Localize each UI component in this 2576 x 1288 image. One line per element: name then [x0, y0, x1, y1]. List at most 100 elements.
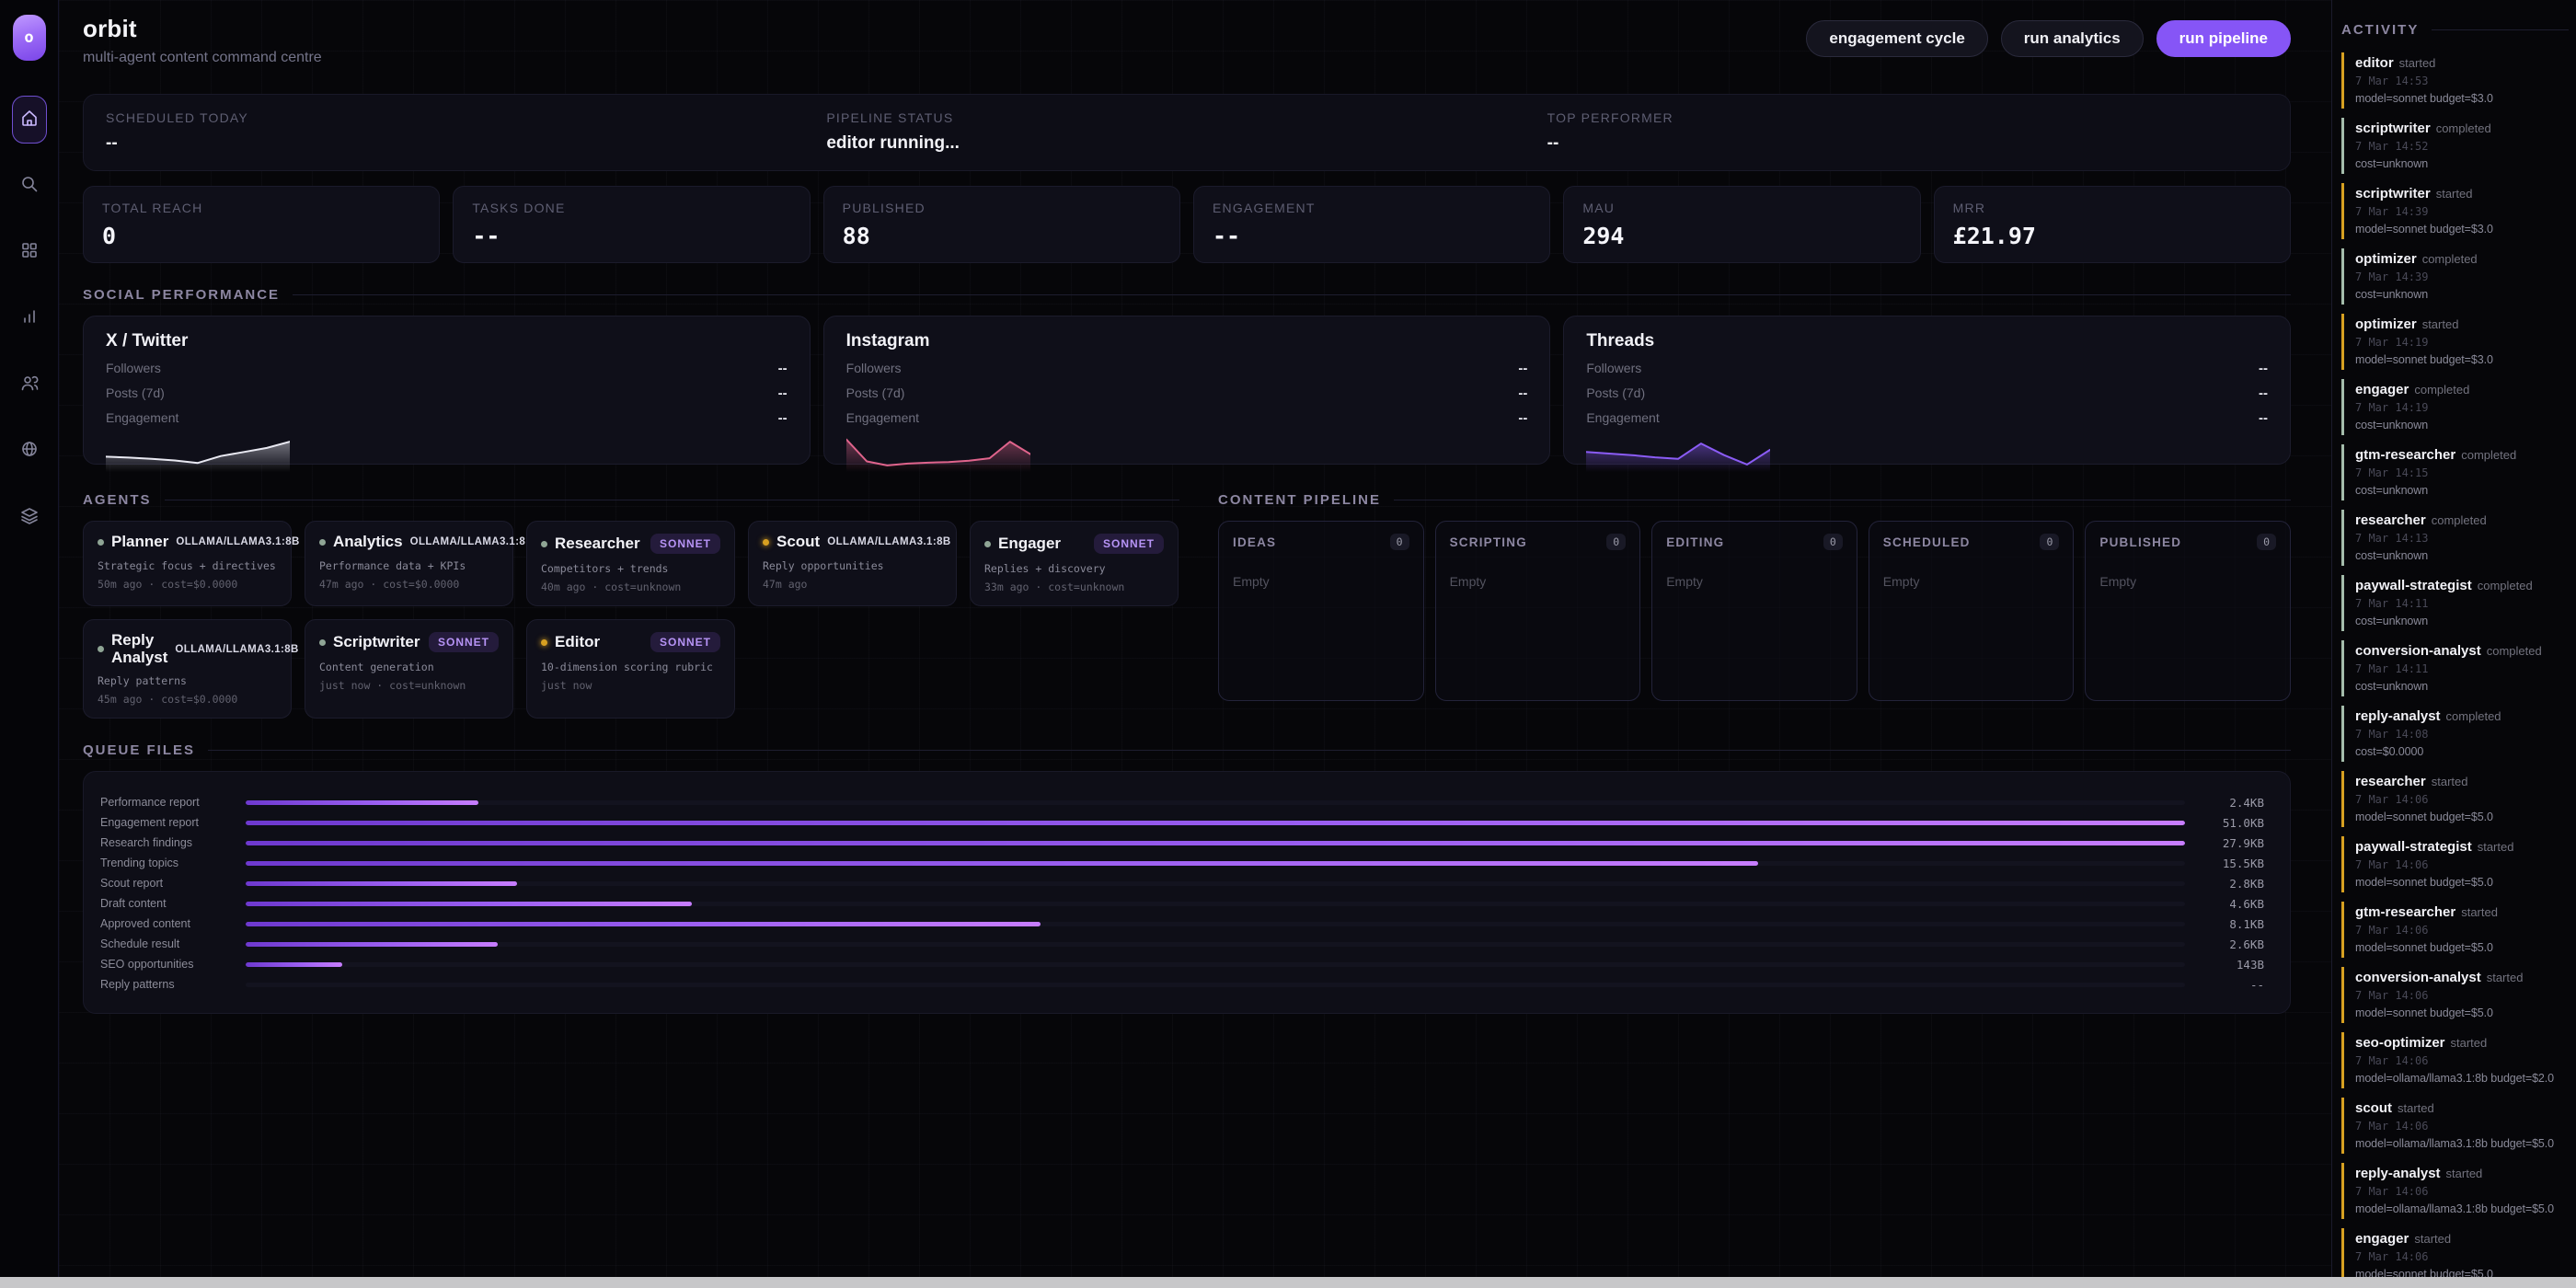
activity-agent-name: paywall-strategist — [2355, 839, 2472, 855]
status-strip-label: TOP PERFORMER — [1547, 110, 2268, 125]
activity-meta: model=sonnet budget=$3.0 — [2355, 222, 2569, 237]
agent-card[interactable]: Editor SONNET 10-dimension scoring rubri… — [526, 619, 735, 719]
agent-card[interactable]: Researcher SONNET Competitors + trends 4… — [526, 521, 735, 606]
activity-item: paywall-strategiststarted 7 Mar 14:06 mo… — [2341, 836, 2569, 892]
kpi-label: MRR — [1953, 201, 2271, 215]
activity-meta: model=sonnet budget=$3.0 — [2355, 352, 2569, 368]
agent-card-header: Engager SONNET — [984, 534, 1164, 554]
sidebar-item-web[interactable] — [12, 427, 47, 475]
pipeline-column-label: EDITING — [1666, 535, 1724, 549]
status-strip-value: editor running... — [826, 133, 1547, 154]
social-card-twitter: X / Twitter Followers-- Posts (7d)-- Eng… — [83, 316, 811, 465]
sidebar-item-stack[interactable] — [12, 493, 47, 541]
agent-name: Scout — [776, 534, 820, 551]
activity-agent-name: gtm-researcher — [2355, 447, 2455, 463]
agent-status-dot — [541, 541, 547, 547]
activity-agent-name: gtm-researcher — [2355, 904, 2455, 920]
agent-name: Scriptwriter — [333, 634, 420, 651]
queue-file-name: Schedule result — [100, 937, 246, 950]
pipeline-column-label: IDEAS — [1233, 535, 1276, 549]
queue-file-bar-track — [246, 881, 2185, 886]
social-row: X / Twitter Followers-- Posts (7d)-- Eng… — [83, 316, 2291, 465]
queue-file-bar-fill — [246, 962, 342, 967]
agents-section: AGENTS Planner OLLAMA/LLAMA3.1:8B Strate… — [83, 468, 1179, 719]
metric-label: Followers — [846, 361, 902, 376]
queue-file-bar-track — [246, 800, 2185, 805]
activity-timestamp: 7 Mar 14:53 — [2355, 74, 2569, 89]
activity-agent-name: conversion-analyst — [2355, 970, 2481, 985]
activity-item: optimizerstarted 7 Mar 14:19 model=sonne… — [2341, 314, 2569, 370]
queue-file-row: Approved content 8.1KB — [100, 914, 2264, 934]
kpi-label: ENGAGEMENT — [1213, 201, 1531, 215]
pipeline-column-label: PUBLISHED — [2099, 535, 2181, 549]
queue-file-bar-fill — [246, 821, 2185, 825]
metric-label: Engagement — [106, 410, 178, 426]
queue-file-row: Schedule result 2.6KB — [100, 934, 2264, 954]
sidebar-item-search[interactable] — [12, 162, 47, 210]
kpi-card: TOTAL REACH 0 — [83, 186, 440, 263]
queue-file-name: Draft content — [100, 897, 246, 910]
kpi-value: 88 — [843, 223, 1161, 249]
agent-meta: 47m ago — [763, 578, 942, 591]
kpi-value: £21.97 — [1953, 223, 2271, 249]
agent-description: Performance data + KPIs — [319, 559, 499, 572]
agent-card[interactable]: Scriptwriter SONNET Content generation j… — [305, 619, 513, 719]
posts-row: Posts (7d)-- — [106, 385, 788, 401]
activity-item: gtm-researchercompleted 7 Mar 14:15 cost… — [2341, 444, 2569, 500]
pipeline-column-count: 0 — [1390, 534, 1409, 550]
pipeline-column-count: 0 — [1823, 534, 1843, 550]
agent-card[interactable]: Scout OLLAMA/LLAMA3.1:8B Reply opportuni… — [748, 521, 957, 606]
activity-agent-name: optimizer — [2355, 251, 2417, 267]
agent-name: Analytics — [333, 534, 403, 551]
agent-card[interactable]: Engager SONNET Replies + discovery 33m a… — [970, 521, 1179, 606]
layers-icon — [20, 506, 39, 529]
queue-file-name: Approved content — [100, 917, 246, 930]
sidebar-item-users[interactable] — [12, 361, 47, 408]
page-subtitle: multi-agent content command centre — [83, 50, 322, 66]
activity-title: reply-analystcompleted — [2355, 707, 2569, 725]
main-content: orbit multi-agent content command centre… — [59, 0, 2331, 1288]
run-pipeline-button[interactable]: run pipeline — [2156, 20, 2291, 57]
agent-card[interactable]: Planner OLLAMA/LLAMA3.1:8B Strategic foc… — [83, 521, 292, 606]
agent-card[interactable]: Analytics OLLAMA/LLAMA3.1:8B Performance… — [305, 521, 513, 606]
agent-card[interactable]: Reply Analyst OLLAMA/LLAMA3.1:8B Reply p… — [83, 619, 292, 719]
section-queue-files: QUEUE FILES — [83, 742, 2291, 758]
sidebar-item-analytics[interactable] — [12, 294, 47, 342]
queue-file-row: Draft content 4.6KB — [100, 893, 2264, 914]
kpi-card: TASKS DONE -- — [453, 186, 810, 263]
activity-item: conversion-analyststarted 7 Mar 14:06 mo… — [2341, 967, 2569, 1023]
activity-agent-name: scout — [2355, 1100, 2392, 1116]
queue-file-bar-fill — [246, 942, 498, 947]
agent-card-header: Scout OLLAMA/LLAMA3.1:8B — [763, 534, 942, 551]
engagement-cycle-button[interactable]: engagement cycle — [1806, 20, 1987, 57]
activity-title: scriptwriterstarted — [2355, 185, 2569, 202]
queue-file-size: 15.5KB — [2185, 857, 2264, 870]
queue-file-bar-fill — [246, 881, 517, 886]
agent-description: Strategic focus + directives — [98, 559, 277, 572]
activity-title: optimizercompleted — [2355, 250, 2569, 268]
activity-status: completed — [2436, 121, 2491, 135]
activity-timestamp: 7 Mar 14:19 — [2355, 400, 2569, 416]
queue-file-name: Performance report — [100, 796, 246, 809]
activity-panel: ACTIVITY editorstarted 7 Mar 14:53 model… — [2331, 0, 2576, 1288]
agent-description: Reply opportunities — [763, 559, 942, 572]
activity-item: conversion-analystcompleted 7 Mar 14:11 … — [2341, 640, 2569, 696]
agent-model-label: OLLAMA/LLAMA3.1:8B — [176, 536, 299, 547]
agent-status-dot — [763, 539, 769, 546]
run-analytics-button[interactable]: run analytics — [2001, 20, 2144, 57]
sidebar-item-home[interactable] — [12, 96, 47, 144]
pipeline-empty-text: Empty — [1233, 574, 1409, 589]
activity-title: gtm-researcherstarted — [2355, 903, 2569, 921]
agent-name: Editor — [555, 634, 600, 651]
queue-file-size: 2.8KB — [2185, 877, 2264, 891]
sidebar-item-apps[interactable] — [12, 228, 47, 276]
agent-status-dot — [319, 539, 326, 546]
section-title: CONTENT PIPELINE — [1218, 492, 1381, 508]
queue-file-bar-fill — [246, 902, 692, 906]
activity-timestamp: 7 Mar 14:39 — [2355, 204, 2569, 220]
metric-label: Followers — [106, 361, 161, 376]
metric-value: -- — [778, 361, 788, 376]
mid-row: AGENTS Planner OLLAMA/LLAMA3.1:8B Strate… — [83, 468, 2291, 719]
activity-status: started — [2487, 971, 2524, 984]
kpi-card: PUBLISHED 88 — [823, 186, 1180, 263]
